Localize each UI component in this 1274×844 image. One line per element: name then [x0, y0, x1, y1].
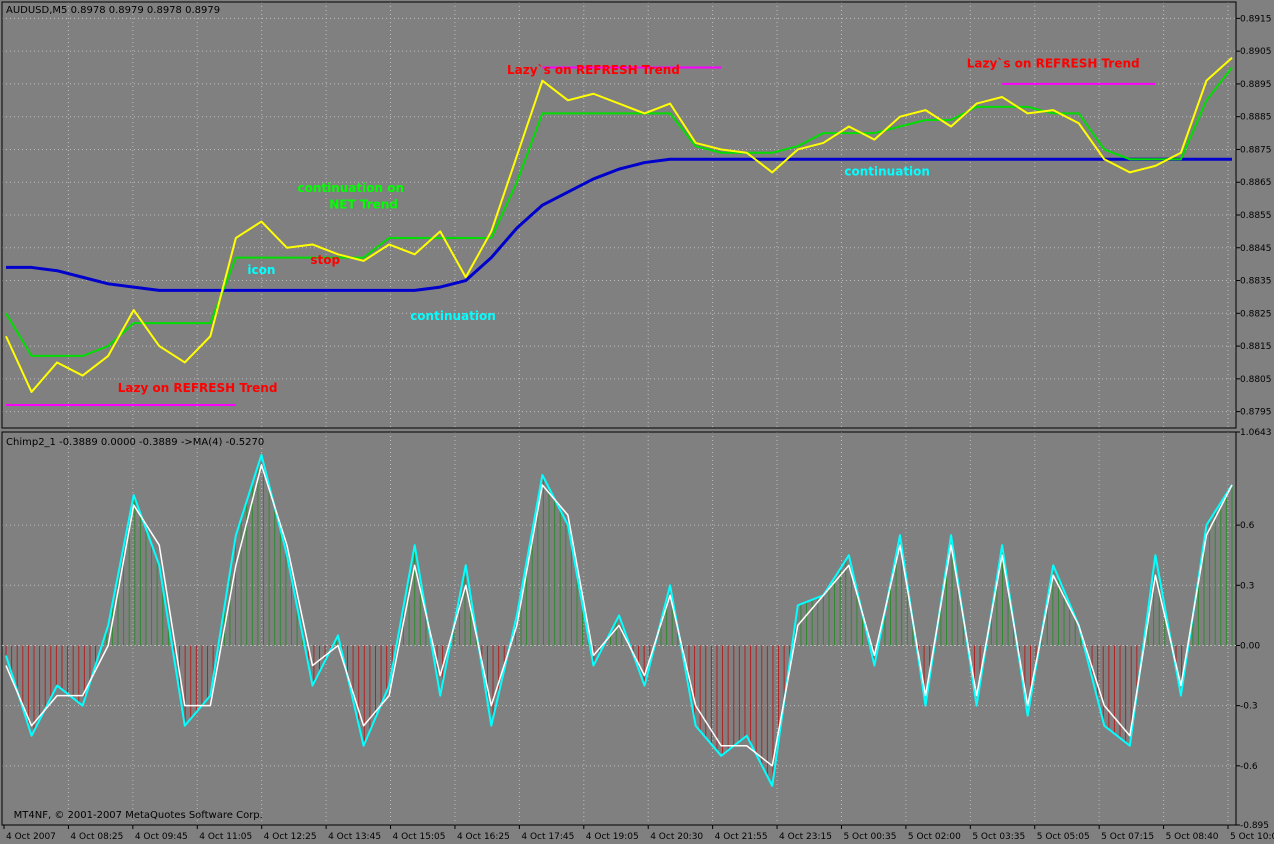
mt4-chart-window[interactable]: Lazy`s on REFRESH Trend Lazy`s on REFRESH…: [0, 0, 1274, 844]
x-tick-label: 4 Oct 23:15: [779, 832, 832, 842]
x-tick-label: 4 Oct 16:25: [457, 832, 510, 842]
x-tick-label: 4 Oct 21:55: [715, 832, 768, 842]
copyright-text: MT4NF, © 2001-2007 MetaQuotes Software C…: [14, 810, 263, 821]
x-tick-label: 5 Oct 07:15: [1101, 832, 1154, 842]
x-tick-label: 4 Oct 09:45: [135, 832, 188, 842]
x-tick-label: 4 Oct 2007: [6, 832, 56, 842]
x-tick-label: 5 Oct 10:00: [1230, 832, 1274, 842]
y-tick-label: 0.8875: [1240, 145, 1272, 155]
y-tick-label: 0.8835: [1240, 277, 1272, 287]
price-annotation: continuation: [844, 165, 930, 179]
x-tick-label: 4 Oct 20:30: [650, 832, 703, 842]
y-tick-label: -0.895: [1240, 821, 1269, 831]
x-tick-label: 5 Oct 03:35: [972, 832, 1025, 842]
price-annotation: continuation on: [298, 181, 405, 195]
y-tick-label: 0.6: [1240, 521, 1255, 531]
price-annotation: Lazy`s on REFRESH Trend: [967, 57, 1140, 71]
price-annotation: continuation: [410, 309, 496, 323]
x-tick-label: 5 Oct 08:40: [1166, 832, 1219, 842]
price-annotation: stop: [310, 253, 340, 267]
price-annotation: Lazy on REFRESH Trend: [118, 381, 278, 395]
x-tick-label: 4 Oct 15:05: [393, 832, 446, 842]
y-tick-label: 0.8845: [1240, 244, 1272, 254]
y-tick-label: 0.8915: [1240, 14, 1272, 24]
y-tick-label: 0.8795: [1240, 408, 1272, 418]
x-tick-label: 4 Oct 08:25: [70, 832, 123, 842]
price-annotation: Lazy`s on REFRESH Trend: [507, 63, 680, 77]
x-tick-label: 5 Oct 00:35: [843, 832, 896, 842]
x-tick-label: 5 Oct 05:05: [1037, 832, 1090, 842]
indicator-panel-title: Chimp2_1 -0.3889 0.0000 -0.3889 ->MA(4) …: [6, 437, 264, 448]
y-tick-label: 0.3: [1240, 581, 1254, 591]
y-tick-label: 0.00: [1240, 641, 1260, 651]
x-tick-label: 4 Oct 17:45: [521, 832, 574, 842]
y-tick-label: -0.6: [1240, 762, 1258, 772]
y-tick-label: 0.8805: [1240, 375, 1272, 385]
x-tick-label: 4 Oct 13:45: [328, 832, 381, 842]
price-panel-title: AUDUSD,M5 0.8978 0.8979 0.8978 0.8979: [6, 5, 220, 16]
x-tick-label: 4 Oct 19:05: [586, 832, 639, 842]
price-annotation: icon: [247, 263, 275, 277]
y-tick-label: 0.8895: [1240, 80, 1272, 90]
price-annotation: NET Trend: [329, 197, 398, 211]
x-tick-label: 5 Oct 02:00: [908, 832, 961, 842]
y-tick-label: 0.8815: [1240, 342, 1272, 352]
y-tick-label: 0.8885: [1240, 113, 1272, 123]
y-tick-label: 0.8865: [1240, 178, 1272, 188]
y-tick-label: 1.0643: [1240, 428, 1272, 438]
y-tick-label: -0.3: [1240, 702, 1258, 712]
y-tick-label: 0.8905: [1240, 47, 1272, 57]
y-tick-label: 0.8855: [1240, 211, 1272, 221]
x-tick-label: 4 Oct 11:05: [199, 832, 252, 842]
x-tick-label: 4 Oct 12:25: [264, 832, 317, 842]
y-tick-label: 0.8825: [1240, 309, 1272, 319]
